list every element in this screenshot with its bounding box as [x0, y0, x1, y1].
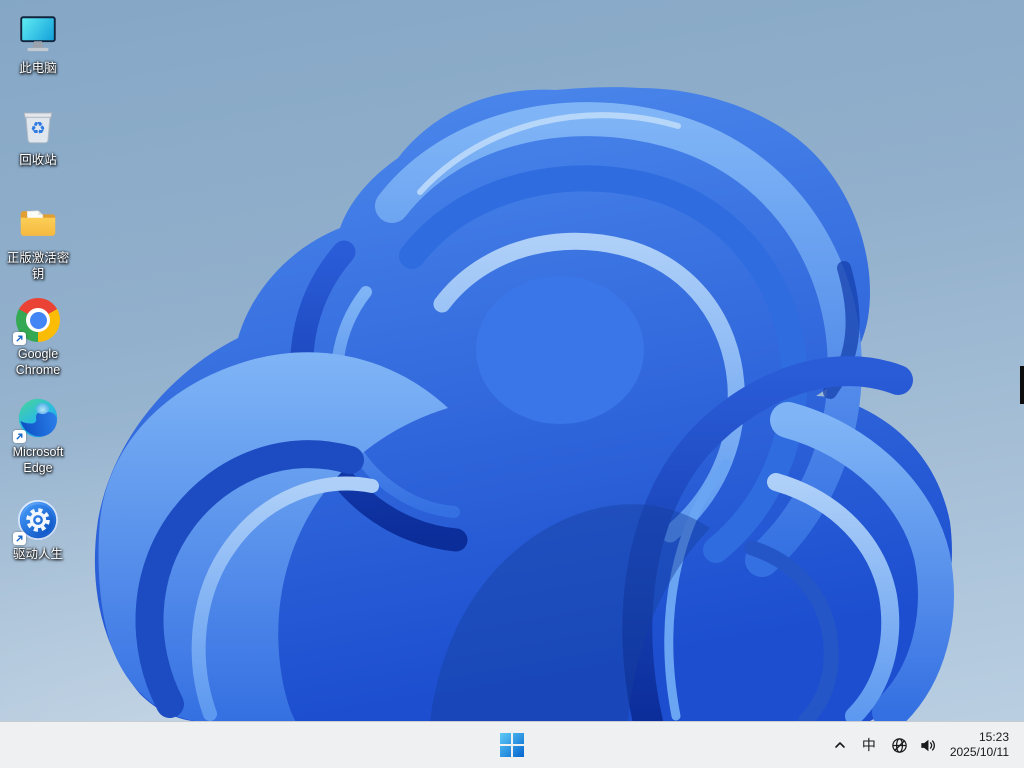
desktop-icon-label: 此电脑 [19, 61, 57, 75]
svg-text:♻: ♻ [30, 119, 45, 139]
edge-icon [13, 395, 61, 443]
clock-date: 2025/10/11 [949, 745, 1009, 759]
recycle-bin-icon: ♻ [15, 103, 61, 149]
shortcut-arrow-icon [13, 430, 26, 443]
desktop-icon-label: Microsoft Edge [12, 445, 64, 475]
shortcut-arrow-icon [13, 532, 26, 545]
speaker-icon [921, 739, 935, 751]
chevron-up-icon [835, 742, 845, 748]
start-button[interactable] [492, 725, 532, 765]
desktop-icon-label: 正版激活密钥 [6, 251, 70, 281]
taskbar-clock[interactable]: 15:23 2025/10/11 [944, 730, 1018, 760]
ime-indicator[interactable]: 中 [855, 727, 883, 763]
desktop-icon-label: Google Chrome [15, 347, 61, 377]
ime-label: 中 [861, 737, 876, 753]
shortcut-arrow-icon [13, 332, 26, 345]
desktop-icon-label: 回收站 [19, 153, 57, 167]
clock-time: 15:23 [978, 730, 1009, 744]
desktop-icon-this-pc[interactable]: 此电脑 [2, 11, 74, 76]
this-pc-icon [15, 11, 61, 57]
desktop-icon-google-chrome[interactable]: Google Chrome [2, 297, 74, 378]
desktop-icon-label: 驱动人生 [12, 547, 63, 561]
screen-edge-black-bar [1020, 366, 1024, 404]
tray-overflow-button[interactable] [825, 727, 855, 763]
chrome-icon [13, 297, 61, 345]
folder-icon [15, 201, 61, 247]
taskbar: 中 15:23 2025/10/11 [0, 721, 1024, 768]
globe-no-internet-icon [892, 737, 907, 753]
desktop-icon-activation-key-folder[interactable]: 正版激活密钥 [2, 201, 74, 282]
system-tray: 中 15:23 2025/10/11 [825, 722, 1018, 768]
desktop: 此电脑 ♻ 回收站 正版激活密钥 Google Chrome Microsoft… [0, 0, 1024, 768]
desktop-icon-microsoft-edge[interactable]: Microsoft Edge [2, 395, 74, 476]
wallpaper-bloom [94, 87, 954, 722]
network-volume-button[interactable] [883, 727, 944, 763]
desktop-icon-recycle-bin[interactable]: ♻ 回收站 [2, 103, 74, 168]
desktop-icon-driver-life[interactable]: 驱动人生 [2, 497, 74, 562]
driver-life-gear-icon [13, 497, 61, 545]
windows-logo-icon [500, 733, 524, 757]
